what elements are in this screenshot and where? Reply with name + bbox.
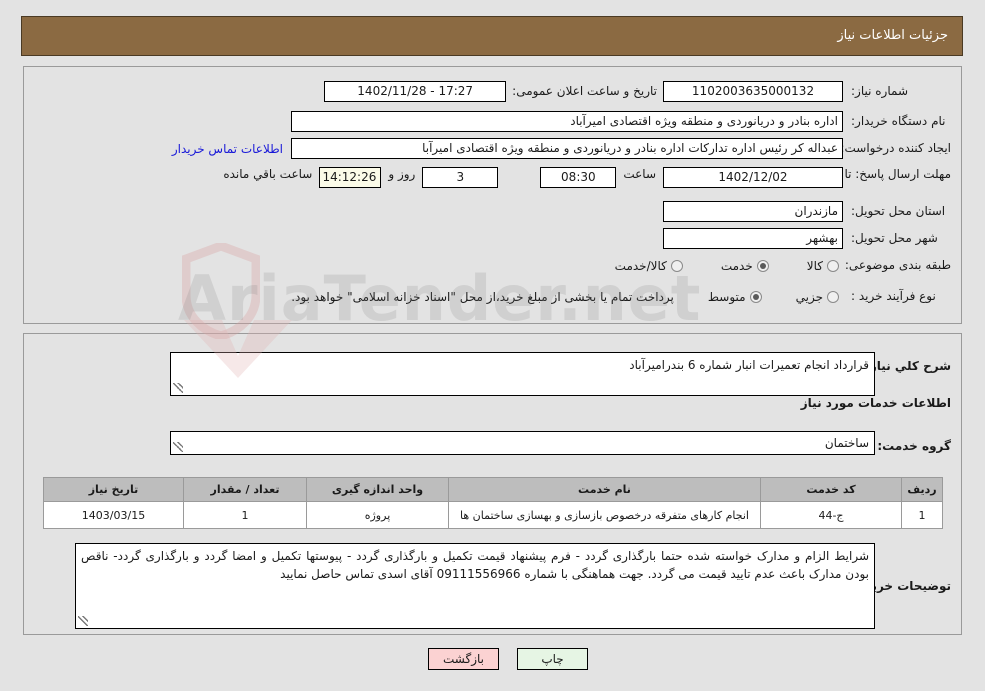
row-province: استان محل تحویل: مازندران xyxy=(663,201,951,222)
deadline-date-value: 1402/12/02 xyxy=(663,167,843,188)
remaining-days-value: 3 xyxy=(422,167,499,188)
print-button[interactable]: چاپ xyxy=(517,648,588,670)
page-header-bar: جزئیات اطلاعات نیاز xyxy=(21,16,963,56)
buyer-org-value: اداره بنادر و دریانوردی و منطقه ویژه اقت… xyxy=(291,111,843,132)
service-group-input[interactable]: ساختمان xyxy=(170,431,875,455)
row-deadline: مهلت ارسال پاسخ: تا تاریخ: 1402/12/02 سا… xyxy=(223,167,951,188)
radio-icon-kala[interactable] xyxy=(827,259,839,272)
radio-icon-khedmat[interactable] xyxy=(756,259,769,272)
purchase-process-note: پرداخت تمام یا بخشی از مبلغ خرید،از محل … xyxy=(291,289,674,304)
services-info-label: اطلاعات خدمات مورد نیاز xyxy=(800,396,951,410)
category-option-kala-khedmat-label: کالا/خدمت xyxy=(614,258,667,273)
table-row: 1 ج-44 انجام کارهای متفرقه درخصوص بازساز… xyxy=(43,501,943,529)
radio-icon-jozi[interactable] xyxy=(827,290,839,303)
cell-unit: پروژه xyxy=(306,501,449,529)
required-services-table: ردیف کد خدمت نام خدمت واحد اندازه گیری ت… xyxy=(43,477,943,529)
city-value: بهشهر xyxy=(663,228,843,249)
general-desc-textarea[interactable]: قرارداد انجام تعمیرات انبار شماره 6 بندر… xyxy=(170,352,875,396)
countdown-value: 14:12:26 xyxy=(319,167,382,188)
buyer-notes-textarea[interactable]: شرایط الزام و مدارک خواسته شده حتما بارگ… xyxy=(75,543,875,629)
need-number-value: 1102003635000132 xyxy=(663,81,843,102)
process-option-motevaset[interactable]: متوسط xyxy=(708,290,762,304)
remaining-days-label: روز و xyxy=(388,167,416,181)
requester-label: ایجاد کننده درخواست: xyxy=(840,141,951,155)
radio-icon-kala-khedmat[interactable] xyxy=(670,259,683,272)
service-group-label: گروه خدمت: xyxy=(877,439,951,453)
row-requester: ایجاد کننده درخواست: عبداله کر رئیس ادار… xyxy=(172,138,951,159)
row-buyer-org: نام دستگاه خریدار: اداره بنادر و دریانور… xyxy=(291,111,951,132)
row-need-number: شماره نیاز: 1102003635000132 xyxy=(663,81,951,102)
deadline-time-value: 08:30 xyxy=(540,167,617,188)
cell-service-name: انجام کارهای متفرقه درخصوص بازسازی و بهس… xyxy=(448,501,761,529)
category-option-kala[interactable]: کالا xyxy=(807,259,839,273)
cell-quantity: 1 xyxy=(183,501,307,529)
purchase-process-label: نوع فرآیند خرید : xyxy=(851,289,936,303)
col-need-date: تاریخ نیاز xyxy=(43,477,184,502)
category-option-kala-label: کالا xyxy=(806,258,823,273)
category-label: طبقه بندی موضوعی: xyxy=(844,258,951,272)
process-option-motevaset-label: متوسط xyxy=(707,289,746,304)
requester-value: عبداله کر رئیس اداره تدارکات اداره بنادر… xyxy=(291,138,843,159)
province-value: مازندران xyxy=(663,201,843,222)
page-title: جزئیات اطلاعات نیاز xyxy=(837,28,948,43)
radio-icon-motevaset[interactable] xyxy=(749,290,762,303)
countdown-label: ساعت باقي مانده xyxy=(223,167,313,181)
col-quantity: تعداد / مقدار xyxy=(183,477,307,502)
row-announce-datetime: تاریخ و ساعت اعلان عمومی: 17:27 - 1402/1… xyxy=(324,81,657,102)
deadline-time-label: ساعت xyxy=(623,167,656,181)
category-option-khedmat-label: خدمت xyxy=(720,258,753,273)
cell-need-date: 1403/03/15 xyxy=(43,501,184,529)
buyer-contact-link[interactable]: اطلاعات تماس خریدار xyxy=(172,142,283,156)
buyer-org-label: نام دستگاه خریدار: xyxy=(851,114,946,128)
cell-row-no: 1 xyxy=(901,501,943,529)
col-row-no: ردیف xyxy=(901,477,943,502)
process-option-jozi[interactable]: جزیي xyxy=(796,290,839,304)
col-unit: واحد اندازه گیری xyxy=(306,477,449,502)
process-option-jozi-label: جزیي xyxy=(795,289,823,304)
back-button[interactable]: بازگشت xyxy=(428,648,499,670)
announce-datetime-value: 17:27 - 1402/11/28 xyxy=(324,81,507,102)
deadline-label: مهلت ارسال پاسخ: تا تاریخ: xyxy=(812,167,951,181)
province-label: استان محل تحویل: xyxy=(851,204,946,218)
category-option-khedmat[interactable]: خدمت xyxy=(721,259,769,273)
category-option-kala-khedmat[interactable]: کالا/خدمت xyxy=(615,259,683,273)
city-label: شهر محل تحویل: xyxy=(851,231,938,245)
col-service-name: نام خدمت xyxy=(448,477,761,502)
general-desc-label: شرح کلي نیاز: xyxy=(865,359,951,373)
row-purchase-process: نوع فرآیند خرید : جزیي متوسط پرداخت تمام… xyxy=(291,289,951,304)
row-category: طبقه بندی موضوعی: کالا خدمت کالا/خدمت xyxy=(615,258,951,273)
col-service-code: کد خدمت xyxy=(760,477,902,502)
row-city: شهر محل تحویل: بهشهر xyxy=(663,228,951,249)
cell-service-code: ج-44 xyxy=(760,501,902,529)
table-header-row: ردیف کد خدمت نام خدمت واحد اندازه گیری ت… xyxy=(43,477,943,502)
announce-datetime-label: تاریخ و ساعت اعلان عمومی: xyxy=(512,84,657,98)
need-number-label: شماره نیاز: xyxy=(851,84,908,98)
need-summary-panel: شماره نیاز: 1102003635000132 تاریخ و ساع… xyxy=(23,66,962,324)
